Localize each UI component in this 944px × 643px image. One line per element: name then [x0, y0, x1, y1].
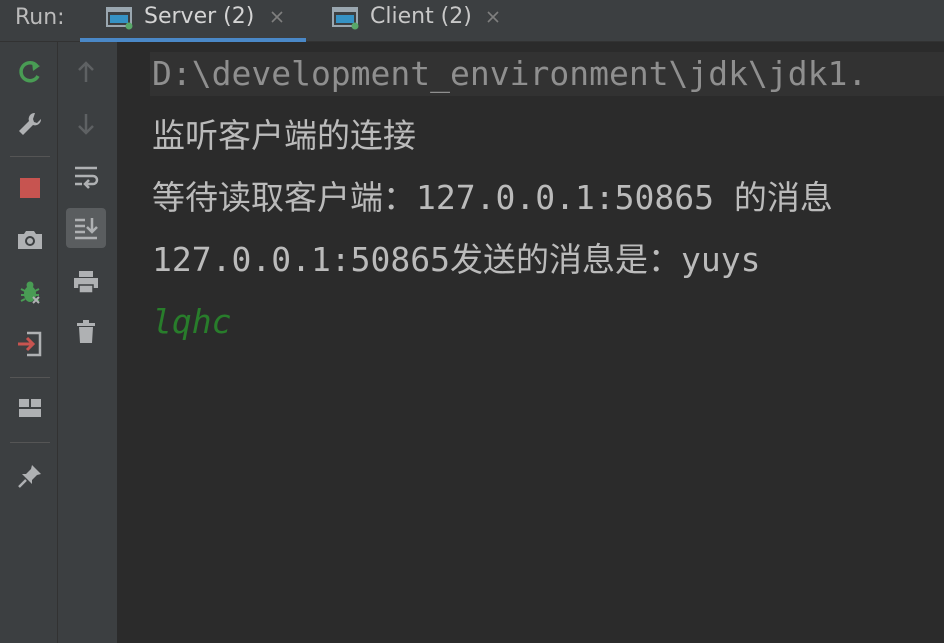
dump-threads-button[interactable] — [10, 220, 50, 260]
tab-client-label: Client (2) — [370, 4, 472, 29]
run-label: Run: — [15, 5, 65, 30]
console-window-icon — [106, 7, 133, 30]
restore-layout-button[interactable] — [10, 388, 50, 428]
print-button[interactable] — [66, 262, 106, 302]
settings-button[interactable] — [10, 104, 50, 144]
camera-icon — [18, 231, 42, 249]
run-tab-bar: Run: Server (2) Client (2) — [0, 0, 944, 42]
previous-occurrence-button[interactable] — [66, 52, 106, 92]
tab-client[interactable]: Client (2) — [306, 0, 516, 42]
debug-bug-icon — [20, 281, 40, 304]
exit-button[interactable] — [10, 324, 50, 364]
tab-server[interactable]: Server (2) — [80, 0, 306, 42]
console-line: 127.0.0.1:50865发送的消息是：yuys — [152, 240, 761, 279]
pin-icon — [18, 465, 41, 488]
wrench-icon — [19, 112, 42, 135]
clear-all-button[interactable] — [66, 312, 106, 352]
next-occurrence-button[interactable] — [66, 104, 106, 144]
console-actions-toolbar — [58, 42, 118, 643]
soft-wrap-button[interactable] — [66, 156, 106, 196]
pin-tab-button[interactable] — [10, 456, 50, 496]
console-window-icon — [332, 7, 359, 30]
console-line: 等待读取客户端：127.0.0.1:50865 的消息 — [152, 178, 833, 217]
debug-button[interactable] — [10, 272, 50, 312]
up-arrow-icon — [78, 61, 94, 82]
console-output[interactable]: D:\development_environment\jdk\jdk1. 监听客… — [118, 42, 944, 643]
console-line: 监听客户端的连接 — [152, 116, 416, 155]
down-arrow-icon — [78, 114, 94, 135]
soft-wrap-icon — [75, 166, 99, 189]
trash-icon — [77, 320, 95, 343]
rerun-button[interactable] — [10, 52, 50, 92]
print-icon — [74, 271, 98, 294]
rerun-icon — [19, 61, 40, 83]
layout-icon — [19, 399, 41, 417]
command-line: D:\development_environment\jdk\jdk1. — [150, 52, 944, 96]
tab-server-label: Server (2) — [144, 4, 255, 29]
scroll-to-end-button[interactable] — [66, 208, 106, 248]
stop-icon — [20, 178, 40, 198]
run-actions-toolbar — [0, 42, 58, 643]
close-icon[interactable] — [484, 8, 502, 26]
user-input-line: lqhc — [152, 302, 232, 341]
stop-button[interactable] — [10, 168, 50, 208]
exit-icon — [18, 331, 42, 357]
close-icon[interactable] — [268, 8, 286, 26]
scroll-to-end-icon — [75, 218, 98, 240]
run-tool-window: Run: Server (2) Client (2) D:\developmen… — [0, 0, 944, 643]
